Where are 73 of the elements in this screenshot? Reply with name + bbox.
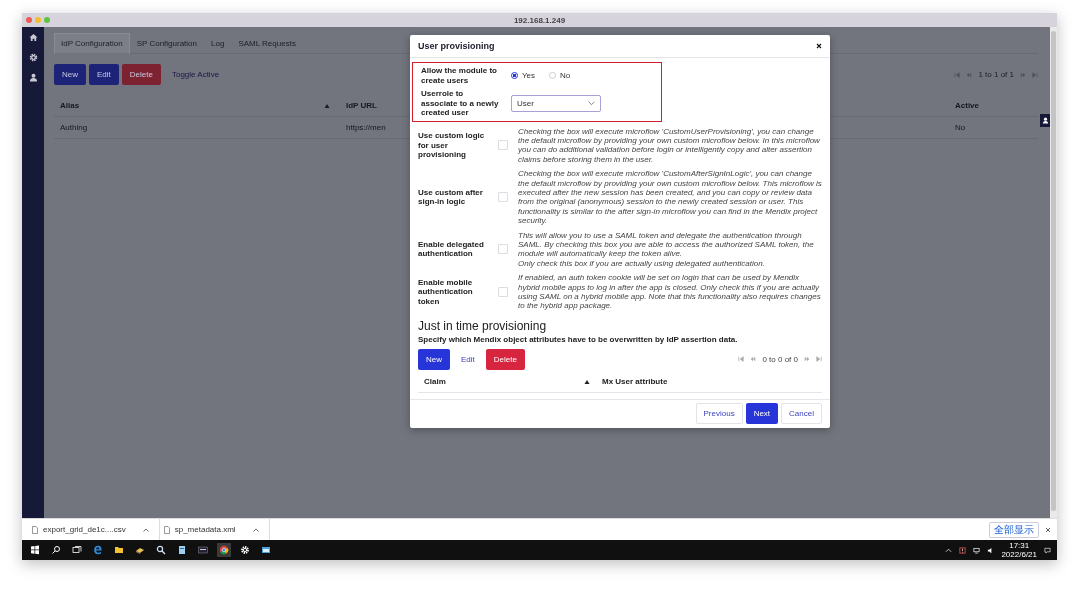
help-text: If enabled, an auth token cookie will be set on login that can be used by Mendix hybrid mobile apps to log in after the app is closed. Only check this if you are actually using SAML on a hybrid mobile app. Note that this functionality also requires changes to the hybrid app package.: [518, 273, 822, 311]
magnifier-icon[interactable]: [154, 543, 168, 557]
tab[interactable]: IdP Configuration: [54, 33, 130, 54]
toolbar-button[interactable]: New: [54, 64, 86, 85]
close-icon[interactable]: [816, 43, 822, 49]
table-cell: No: [955, 123, 966, 132]
sort-icon: [584, 378, 590, 385]
chevron-icon[interactable]: [945, 546, 953, 554]
page-status: 0 to 0 of 0: [762, 354, 798, 364]
help-text: Checking the box will execute microflow 'CustomUserProvisioning', you can change the default microflow by providing your own custom microflow below. In this microflow you can do additional validation before login or intelligently copy and alter assertion claims before storing them in the user.: [518, 126, 821, 165]
table-cell: https://men: [346, 123, 386, 132]
column-header[interactable]: Active: [955, 101, 979, 110]
radio-button[interactable]: [511, 72, 518, 79]
table-cell: Authing: [60, 123, 88, 132]
help-tab[interactable]: [1040, 114, 1050, 127]
tab[interactable]: SP Configuration: [129, 33, 204, 54]
show-all-button[interactable]: 全部显示: [989, 521, 1039, 538]
file-icon: [163, 525, 170, 534]
field-label: Use custom after sign-in logic: [418, 187, 484, 207]
footer-button[interactable]: Previous: [695, 403, 743, 425]
user-icon[interactable]: [28, 73, 38, 82]
page-status: 1 to 1 of 1: [978, 70, 1014, 79]
toolbar-button[interactable]: Delete: [121, 64, 161, 85]
user-icon: [1041, 117, 1049, 124]
file-icon: [32, 525, 38, 534]
window-title: 192.168.1.249: [513, 15, 566, 25]
footer-button[interactable]: Next: [745, 403, 779, 425]
chrome-icon[interactable]: [217, 543, 231, 557]
dialog-title: User provisioning: [418, 41, 495, 51]
terminal-icon[interactable]: [196, 543, 210, 557]
checkbox[interactable]: [498, 192, 508, 203]
toolbar-button[interactable]: Edit: [89, 64, 119, 85]
column-header[interactable]: IdP URL: [346, 101, 377, 110]
tab[interactable]: SAML Requests: [231, 33, 303, 54]
checkbox[interactable]: [498, 244, 508, 255]
clock-time[interactable]: 17:31: [1009, 541, 1030, 550]
field-label: Enable mobile authentication token: [418, 277, 474, 307]
caret-icon: [142, 527, 149, 532]
field-label: Enable delegated authentication: [418, 239, 485, 259]
close-icon[interactable]: [1045, 526, 1051, 533]
radio-label: Yes: [522, 71, 536, 80]
section-description: Specify which Mendix object attributes have to be overwritten by IdP assertion data.: [418, 334, 739, 345]
field-label: Use custom logic for user provisioning: [418, 131, 486, 160]
home-icon[interactable]: [28, 33, 38, 42]
toolbar-link[interactable]: Toggle Active: [163, 64, 228, 85]
field-label: Allow the module to create users: [421, 66, 498, 85]
clock-date[interactable]: 2022/6/21: [1001, 550, 1037, 559]
checkbox[interactable]: [498, 140, 508, 151]
footer-button[interactable]: Cancel: [781, 403, 822, 425]
column-header[interactable]: Claim: [418, 377, 584, 387]
help-text: This will allow you to use a SAML token and delegate the authentication through SAML. By checking this box you are able to access the authorized SAML token, the module will automatically keep the token alive. Only check this box if you are actually using delegated authentication.: [518, 230, 815, 269]
edit-link[interactable]: Edit: [453, 348, 483, 370]
help-text: Checking the box will execute microflow 'CustomAfterSignInLogic', you can change the default microflow by providing your own custom microflow below. This microflow is executed after the new session has been created, and you can copy or review data from the original (anonymous) session to the newly created session or user. This functionality is similar to the after sign-in microflow you can find in the Mendix project security.: [518, 169, 822, 226]
chevron-icon: [588, 100, 595, 106]
settings-icon[interactable]: [28, 53, 38, 62]
column-header[interactable]: Mx User attribute: [602, 377, 668, 387]
field-label: Userrole to associate to a newly created user: [421, 89, 499, 118]
grid-button[interactable]: New: [418, 348, 450, 370]
sort-icon: [324, 102, 330, 109]
tab[interactable]: Log: [204, 33, 232, 54]
checkbox[interactable]: [498, 287, 508, 297]
column-header[interactable]: Alias: [60, 101, 80, 110]
settings-icon[interactable]: [238, 543, 252, 557]
caret-icon: [252, 527, 259, 532]
scrollbar[interactable]: [1050, 27, 1057, 518]
grid-button[interactable]: Delete: [485, 348, 525, 370]
radio-label: No: [560, 71, 571, 80]
network-icon[interactable]: [973, 546, 981, 554]
windows-icon[interactable]: [28, 543, 42, 557]
section-title: Just in time provisioning: [418, 318, 548, 333]
notification-icon[interactable]: [1044, 546, 1051, 554]
role-dropdown[interactable]: User: [511, 94, 601, 112]
alert-icon[interactable]: [959, 546, 967, 554]
